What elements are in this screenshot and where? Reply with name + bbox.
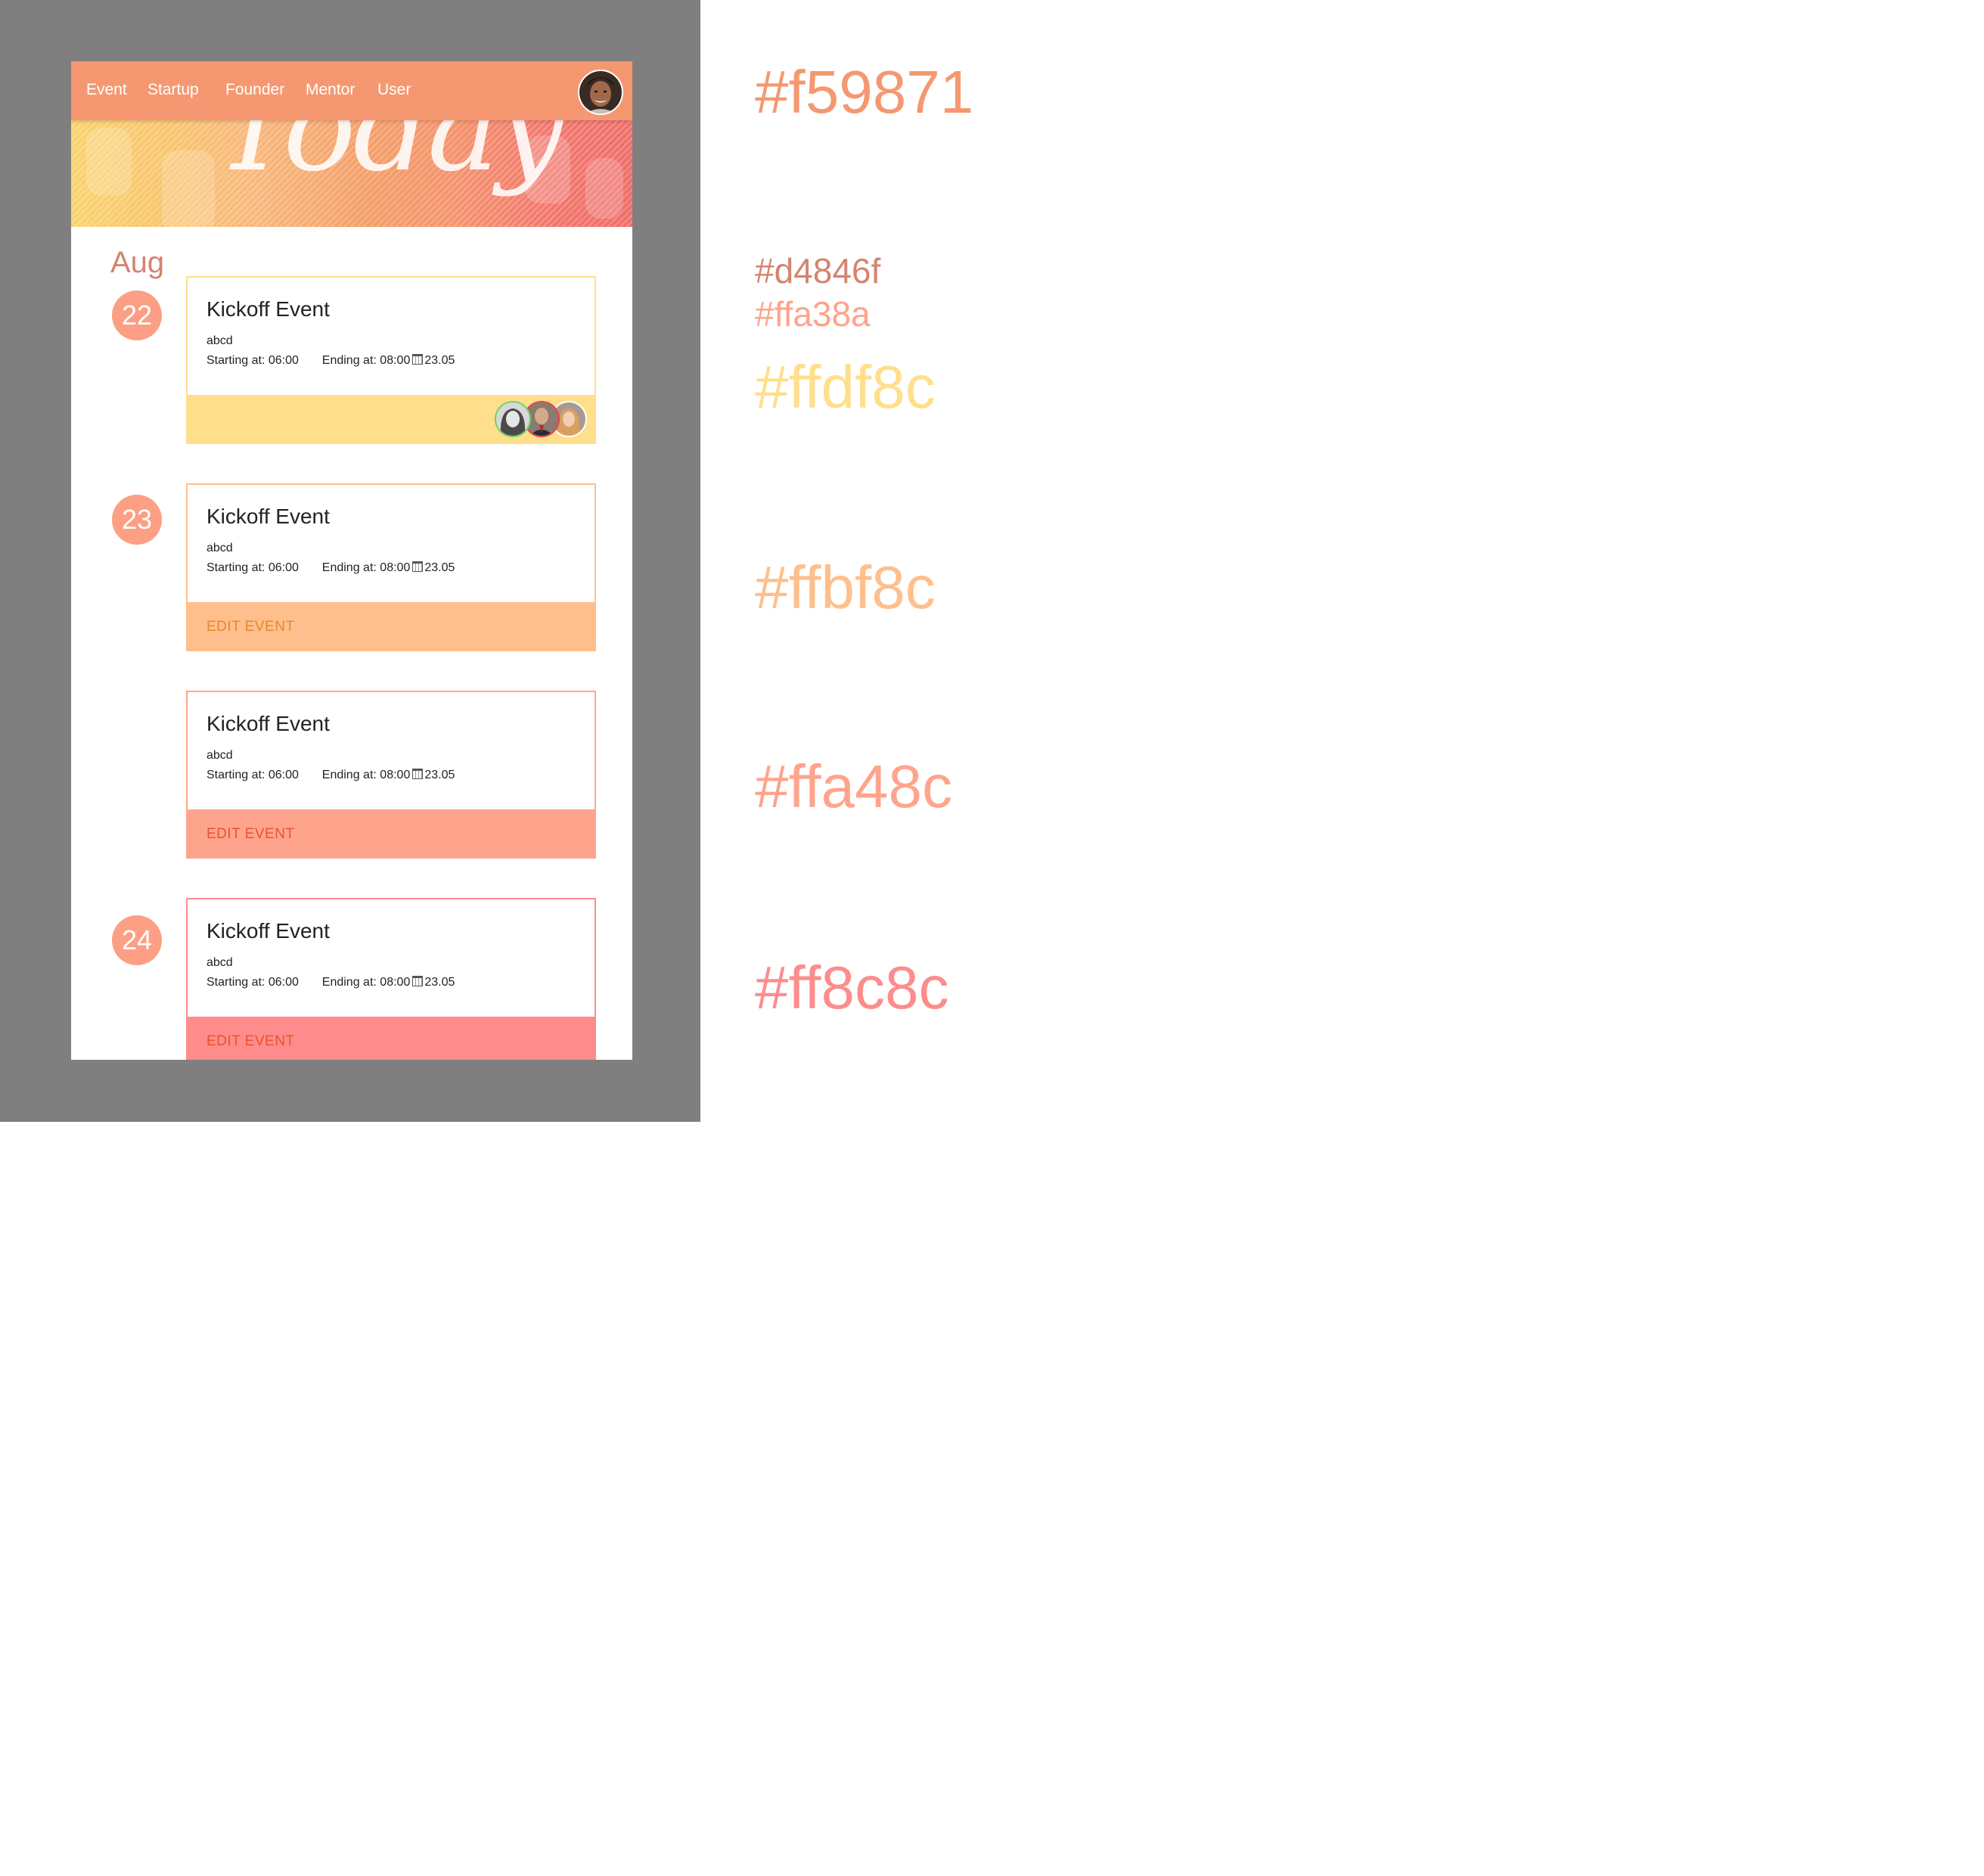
nav-item-startup[interactable]: Startup — [147, 81, 199, 99]
event-title: Kickoff Event — [206, 919, 330, 943]
nav-item-user[interactable]: User — [377, 81, 411, 99]
palette-swatch-1: #f59871 — [755, 58, 974, 126]
end-label: Ending at: — [321, 354, 377, 367]
palette-swatch-5: #ffbf8c — [755, 554, 936, 621]
attendee-avatar[interactable] — [495, 401, 531, 437]
event-date: 23.05 — [424, 976, 455, 989]
event-card-body: Kickoff Event abcd Starting at: 06:00 En… — [188, 899, 595, 1017]
start-time: 06:00 — [268, 976, 299, 989]
day-badge-24: 24 — [112, 915, 162, 965]
palette-swatch-2: #d4846f — [755, 251, 881, 290]
event-description: abcd — [206, 542, 233, 554]
start-label: Starting at: — [206, 769, 265, 781]
event-card-footer — [188, 395, 595, 443]
event-card[interactable]: Kickoff Event abcd Starting at: 06:00 En… — [186, 898, 596, 1060]
palette-swatch-3: #ffa38a — [755, 294, 871, 334]
end-time: 08:00 — [380, 769, 411, 781]
user-avatar[interactable] — [578, 70, 623, 115]
app-screen: Event Startup Founder Mentor User Today … — [71, 61, 632, 1060]
end-time: 08:00 — [380, 354, 411, 367]
event-card[interactable]: Kickoff Event abcd Starting at: 06:00 En… — [186, 276, 596, 444]
end-time: 08:00 — [380, 561, 411, 574]
end-label: Ending at: — [321, 769, 377, 781]
event-times: Starting at: 06:00 Ending at: 08:00 23.05 — [206, 769, 455, 782]
event-date: 23.05 — [424, 354, 455, 367]
user-avatar-image — [579, 71, 622, 113]
top-navbar: Event Startup Founder Mentor User — [71, 61, 632, 120]
nav-item-founder[interactable]: Founder — [225, 81, 284, 99]
event-card-body: Kickoff Event abcd Starting at: 06:00 En… — [188, 485, 595, 602]
end-time: 08:00 — [380, 976, 411, 989]
start-time: 06:00 — [268, 769, 299, 781]
start-label: Starting at: — [206, 976, 265, 989]
event-card-footer: EDIT EVENT — [188, 602, 595, 650]
nav-item-event[interactable]: Event — [86, 81, 127, 99]
palette-swatch-6: #ffa48c — [755, 753, 952, 820]
event-times: Starting at: 06:00 Ending at: 08:00 23.05 — [206, 354, 455, 368]
event-date: 23.05 — [424, 561, 455, 574]
end-label: Ending at: — [321, 976, 377, 989]
event-description: abcd — [206, 334, 233, 347]
start-label: Starting at: — [206, 561, 265, 574]
event-title: Kickoff Event — [206, 505, 330, 528]
event-times: Starting at: 06:00 Ending at: 08:00 23.05 — [206, 976, 455, 989]
event-description: abcd — [206, 749, 233, 762]
calendar-icon — [412, 561, 424, 572]
event-description: abcd — [206, 956, 233, 969]
event-card-body: Kickoff Event abcd Starting at: 06:00 En… — [188, 278, 595, 395]
calendar-icon — [412, 769, 424, 779]
hero-script-word: Today — [215, 120, 565, 198]
nav-item-mentor[interactable]: Mentor — [306, 81, 355, 99]
day-badge-22: 22 — [112, 290, 162, 340]
event-date: 23.05 — [424, 769, 455, 781]
event-card-footer: EDIT EVENT — [188, 809, 595, 857]
day-badge-23: 23 — [112, 495, 162, 545]
event-title: Kickoff Event — [206, 297, 330, 321]
event-card-body: Kickoff Event abcd Starting at: 06:00 En… — [188, 692, 595, 809]
palette-swatch-7: #ff8c8c — [755, 954, 949, 1021]
palette-swatch-4: #ffdf8c — [755, 353, 936, 421]
event-title: Kickoff Event — [206, 712, 330, 735]
calendar-icon — [412, 354, 424, 365]
hero-banner: Today — [71, 120, 632, 227]
start-label: Starting at: — [206, 354, 265, 367]
calendar-icon — [412, 976, 424, 986]
edit-event-button[interactable]: EDIT EVENT — [206, 826, 295, 843]
event-times: Starting at: 06:00 Ending at: 08:00 23.05 — [206, 561, 455, 575]
start-time: 06:00 — [268, 354, 299, 367]
attendee-photo — [496, 402, 529, 436]
event-card[interactable]: Kickoff Event abcd Starting at: 06:00 En… — [186, 483, 596, 651]
month-label: Aug — [110, 246, 165, 279]
start-time: 06:00 — [268, 561, 299, 574]
attendee-avatars — [495, 401, 587, 437]
event-card[interactable]: Kickoff Event abcd Starting at: 06:00 En… — [186, 691, 596, 859]
edit-event-button[interactable]: EDIT EVENT — [206, 619, 295, 635]
end-label: Ending at: — [321, 561, 377, 574]
edit-event-button[interactable]: EDIT EVENT — [206, 1033, 295, 1050]
event-card-footer: EDIT EVENT — [188, 1017, 595, 1060]
